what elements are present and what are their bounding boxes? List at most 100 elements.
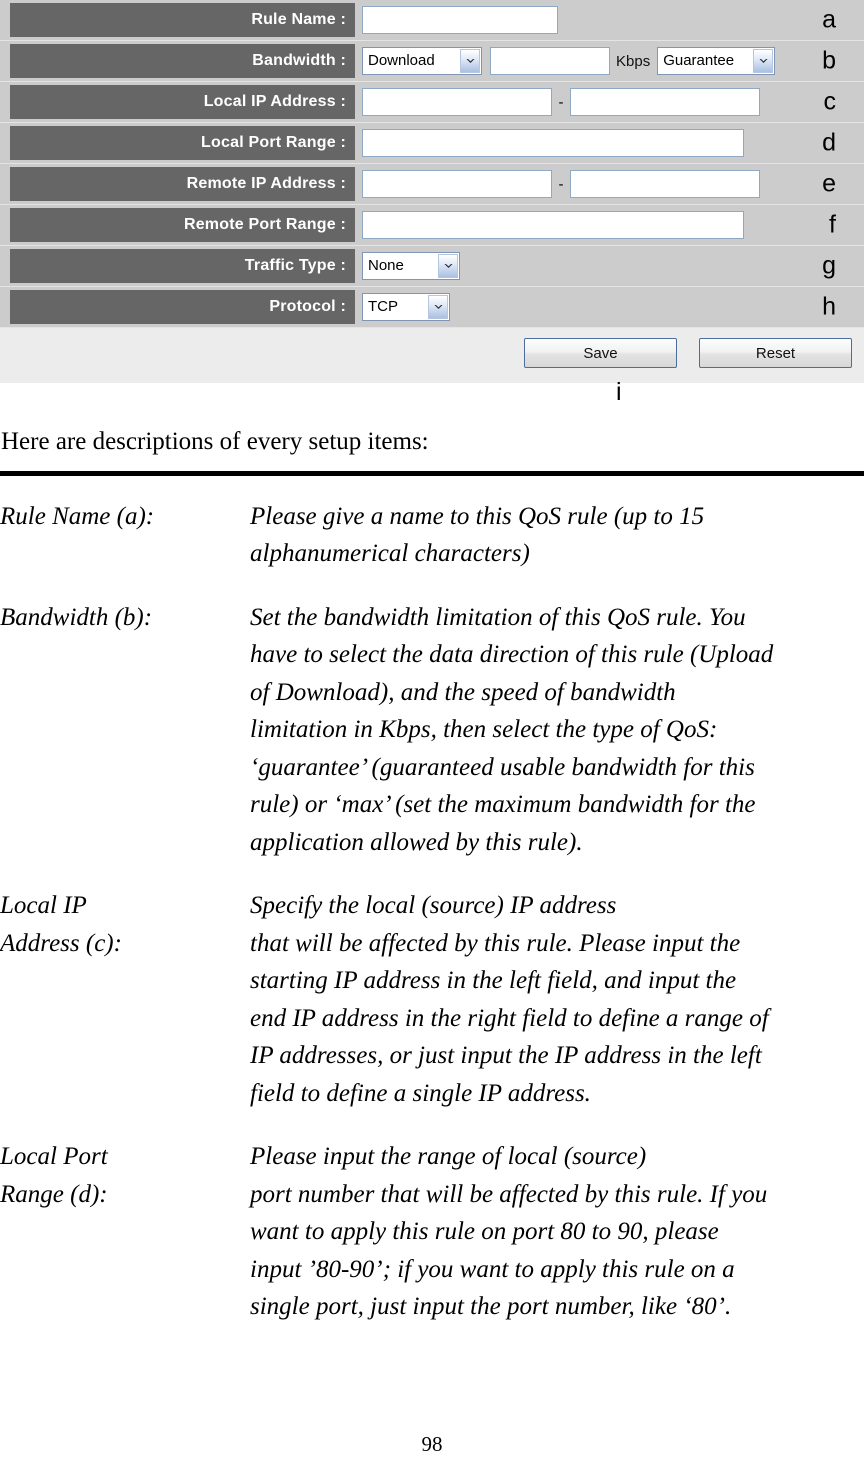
label-local-port-range: Local Port Range : bbox=[10, 126, 355, 160]
definition-description-line: starting IP address in the left field, a… bbox=[250, 967, 737, 995]
definition-description-line: alphanumerical characters) bbox=[250, 540, 530, 568]
definition-description-line: field to define a single IP address. bbox=[250, 1079, 591, 1107]
definition-description-line: of Download), and the speed of bandwidth bbox=[250, 678, 676, 706]
chevron-down-icon bbox=[428, 295, 448, 319]
label-bandwidth: Bandwidth : bbox=[10, 44, 355, 78]
form-row-local-port-range: Local Port Range : d bbox=[0, 123, 864, 164]
chevron-down-icon bbox=[753, 49, 774, 73]
definition-description-line: application allowed by this rule). bbox=[250, 828, 583, 856]
field-bandwidth: Download Kbps Guarantee bbox=[355, 41, 864, 81]
definition-description-line: ‘guarantee’ (guaranteed usable bandwidth… bbox=[250, 753, 755, 781]
save-button[interactable]: Save bbox=[524, 338, 677, 368]
field-remote-ip-address: - bbox=[355, 164, 864, 204]
definition-term-line: Rule Name (a): bbox=[0, 502, 155, 530]
definition-list: Rule Name (a): Please give a name to thi… bbox=[0, 498, 864, 1326]
reset-button[interactable]: Reset bbox=[699, 338, 852, 368]
definition-term: Local Port Range (d): bbox=[0, 1138, 250, 1213]
definition-term: Local IP Address (c): bbox=[0, 887, 250, 962]
definition-description-line: Please input the range of local (source) bbox=[250, 1143, 647, 1171]
definition-description-line: want to apply this rule on port 80 to 90… bbox=[250, 1218, 719, 1246]
bandwidth-speed-input[interactable] bbox=[490, 47, 610, 75]
label-rule-name: Rule Name : bbox=[10, 3, 355, 37]
traffic-type-select[interactable]: None bbox=[362, 252, 460, 280]
label-remote-port-range: Remote Port Range : bbox=[10, 208, 355, 242]
rule-name-input[interactable] bbox=[362, 6, 558, 34]
definition-description-line: rule) or ‘max’ (set the maximum bandwidt… bbox=[250, 791, 756, 819]
form-row-remote-port-range: Remote Port Range : f bbox=[0, 205, 864, 246]
annotation-marker-e: e bbox=[822, 169, 836, 198]
definition-description-line: end IP address in the right field to def… bbox=[250, 1004, 769, 1032]
field-local-port-range bbox=[355, 123, 864, 163]
qos-rule-form-panel: Rule Name : a Bandwidth : Download Kbps … bbox=[0, 0, 864, 383]
field-remote-port-range bbox=[355, 205, 864, 245]
page-number: 98 bbox=[421, 1432, 443, 1456]
definition-description-line: Specify the local (source) IP address bbox=[250, 892, 617, 920]
remote-port-range-input[interactable] bbox=[362, 211, 744, 239]
annotation-marker-d: d bbox=[822, 128, 836, 157]
definition-item-bandwidth: Bandwidth (b): Set the bandwidth limitat… bbox=[0, 599, 864, 862]
definition-description-line: single port, just input the port number,… bbox=[250, 1293, 732, 1321]
definition-description-line: input ’80-90’; if you want to apply this… bbox=[250, 1255, 735, 1283]
label-protocol: Protocol : bbox=[10, 290, 355, 324]
definition-item-rule-name: Rule Name (a): Please give a name to thi… bbox=[0, 498, 864, 573]
field-rule-name bbox=[355, 0, 864, 40]
traffic-type-value: None bbox=[368, 257, 404, 274]
local-ip-range-separator: - bbox=[558, 93, 564, 111]
definition-term: Rule Name (a): bbox=[0, 498, 250, 536]
label-remote-ip-address: Remote IP Address : bbox=[10, 167, 355, 201]
field-traffic-type: None bbox=[355, 246, 864, 286]
bandwidth-unit-label: Kbps bbox=[616, 52, 651, 70]
remote-ip-end-input[interactable] bbox=[570, 170, 760, 198]
description-section: Here are descriptions of every setup ite… bbox=[0, 428, 864, 1352]
definition-description: Please give a name to this QoS rule (up … bbox=[250, 498, 864, 573]
remote-ip-start-input[interactable] bbox=[362, 170, 552, 198]
definition-item-local-ip-address: Local IP Address (c): Specify the local … bbox=[0, 887, 864, 1112]
label-traffic-type: Traffic Type : bbox=[10, 249, 355, 283]
bandwidth-qos-type-select[interactable]: Guarantee bbox=[657, 47, 776, 75]
form-row-remote-ip-address: Remote IP Address : - e bbox=[0, 164, 864, 205]
definition-description-line: Set the bandwidth limitation of this QoS… bbox=[250, 603, 746, 631]
definition-term-line: Local Port bbox=[0, 1143, 108, 1171]
annotation-marker-f: f bbox=[829, 210, 836, 239]
definition-description: Set the bandwidth limitation of this QoS… bbox=[250, 599, 864, 862]
definition-term-line: Local IP bbox=[0, 892, 87, 920]
annotation-marker-b: b bbox=[822, 46, 836, 75]
form-row-bandwidth: Bandwidth : Download Kbps Guarantee b bbox=[0, 41, 864, 82]
definition-item-local-port-range: Local Port Range (d): Please input the r… bbox=[0, 1138, 864, 1326]
definition-term-line: Bandwidth (b): bbox=[0, 603, 153, 631]
local-ip-start-input[interactable] bbox=[362, 88, 552, 116]
definition-description-line: IP addresses, or just input the IP addre… bbox=[250, 1042, 762, 1070]
definition-description-line: port number that will be affected by thi… bbox=[250, 1180, 768, 1208]
protocol-select[interactable]: TCP bbox=[362, 293, 450, 321]
bandwidth-direction-value: Download bbox=[368, 52, 435, 69]
annotation-marker-a: a bbox=[822, 5, 836, 34]
definition-description-line: limitation in Kbps, then select the type… bbox=[250, 716, 718, 744]
definition-description: Please input the range of local (source)… bbox=[250, 1138, 864, 1326]
bandwidth-qos-type-value: Guarantee bbox=[663, 52, 735, 69]
protocol-value: TCP bbox=[368, 298, 398, 315]
remote-ip-range-separator: - bbox=[558, 175, 564, 193]
definition-description-line: that will be affected by this rule. Plea… bbox=[250, 929, 741, 957]
page-title: Here are descriptions of every setup ite… bbox=[1, 428, 429, 455]
form-footer: Save Reset bbox=[0, 328, 864, 378]
local-port-range-input[interactable] bbox=[362, 129, 744, 157]
bandwidth-direction-select[interactable]: Download bbox=[362, 47, 482, 75]
definition-description-line: Please give a name to this QoS rule (up … bbox=[250, 502, 705, 530]
definition-term-line: Range (d): bbox=[0, 1180, 108, 1208]
definition-term-line: Address (c): bbox=[0, 929, 122, 957]
chevron-down-icon bbox=[460, 49, 480, 73]
local-ip-end-input[interactable] bbox=[570, 88, 760, 116]
form-row-rule-name: Rule Name : a bbox=[0, 0, 864, 41]
annotation-marker-h: h bbox=[822, 292, 836, 321]
form-row-local-ip-address: Local IP Address : - c bbox=[0, 82, 864, 123]
annotation-marker-g: g bbox=[822, 251, 836, 280]
label-local-ip-address: Local IP Address : bbox=[10, 85, 355, 119]
annotation-marker-i: i bbox=[616, 378, 622, 406]
definition-description-line: have to select the data direction of thi… bbox=[250, 641, 774, 669]
annotation-marker-c: c bbox=[823, 87, 837, 116]
chevron-down-icon bbox=[438, 254, 458, 278]
form-row-traffic-type: Traffic Type : None g bbox=[0, 246, 864, 287]
field-local-ip-address: - bbox=[355, 82, 864, 122]
field-protocol: TCP bbox=[355, 287, 864, 327]
definition-description: Specify the local (source) IP address th… bbox=[250, 887, 864, 1112]
